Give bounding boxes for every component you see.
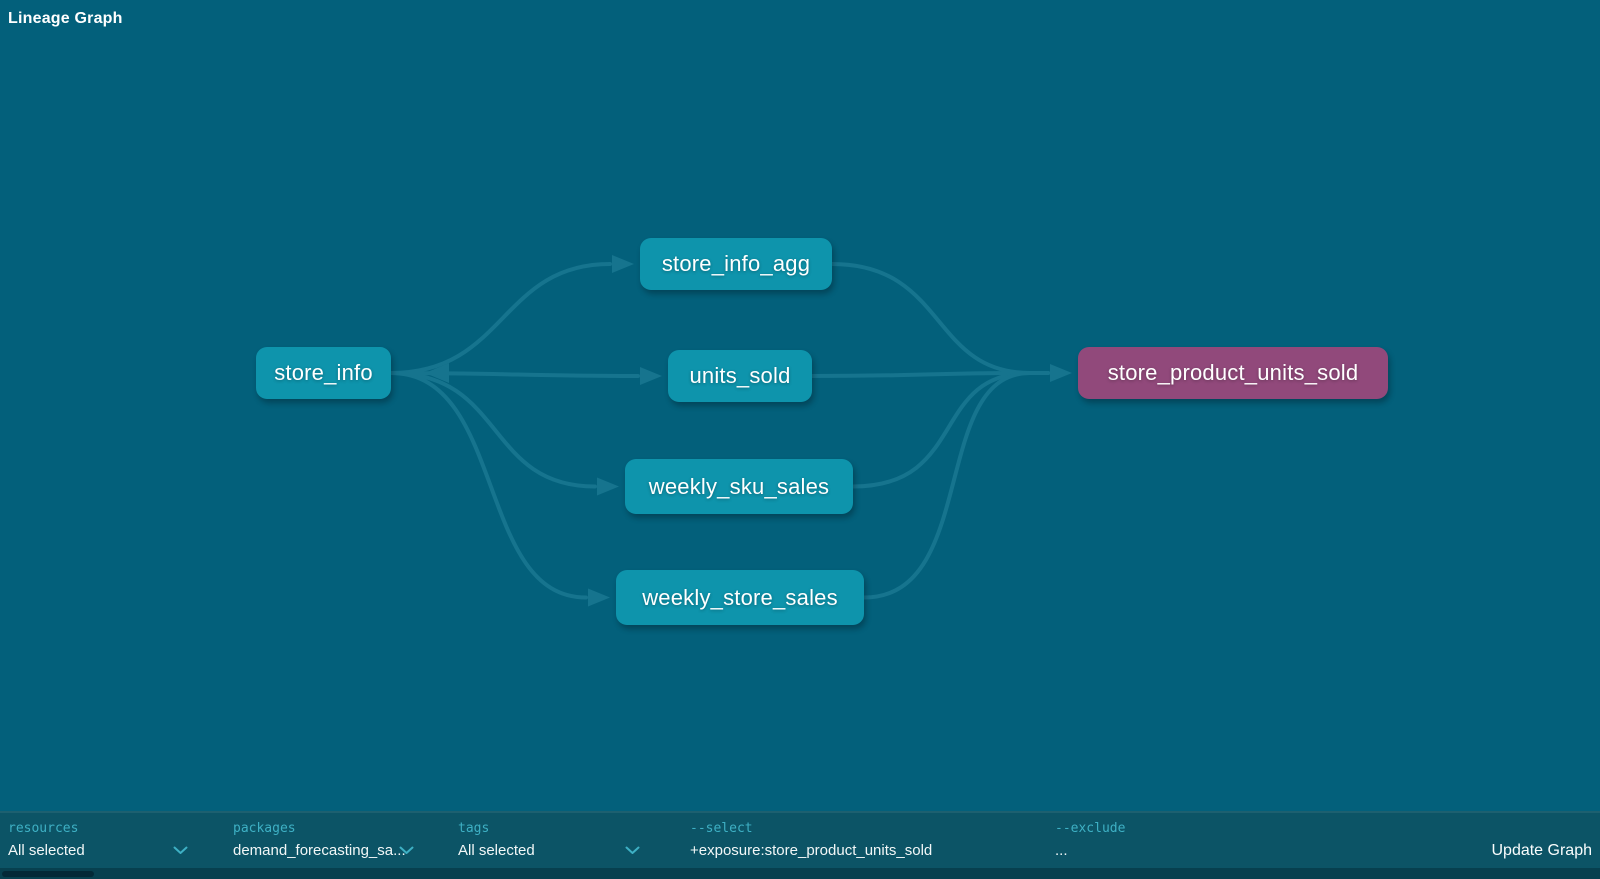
- filter-select-input[interactable]: +exposure:store_product_units_sold: [690, 841, 1030, 861]
- filter-tags-value[interactable]: All selected: [458, 841, 535, 861]
- filter-packages-value[interactable]: demand_forecasting_sa...: [233, 841, 406, 861]
- filter-toolbar: resources All selected packages demand_fore…: [0, 811, 1600, 868]
- filter-tags-label: tags: [458, 820, 640, 837]
- chevron-down-icon[interactable]: [399, 846, 414, 855]
- filter-select-label: --select: [690, 820, 1030, 837]
- arrowhead-into-units_sold: [640, 367, 662, 385]
- arrowhead-into-weekly_store_sales: [588, 589, 610, 607]
- bottom-scrollbar-track: [0, 868, 1600, 879]
- filter-select-value[interactable]: +exposure:store_product_units_sold: [690, 841, 932, 861]
- filter-resources: resources All selected: [8, 820, 188, 861]
- filter-tags-dropdown[interactable]: All selected: [458, 841, 640, 861]
- node-weekly_store_sales[interactable]: weekly_store_sales: [616, 570, 864, 625]
- node-store_product_units_sold[interactable]: store_product_units_sold: [1078, 347, 1388, 399]
- lineage-canvas[interactable]: Lineage Graph store_infostore_info_aggun…: [0, 0, 1600, 811]
- update-graph-button[interactable]: Update Graph: [1491, 842, 1592, 860]
- filter-packages-dropdown[interactable]: demand_forecasting_sa...: [233, 841, 414, 861]
- arrowhead-into-store_info_agg: [612, 255, 634, 273]
- filter-resources-value[interactable]: All selected: [8, 841, 85, 861]
- edge-store_info-to-units_sold: [391, 373, 638, 376]
- edge-store_info-to-weekly_sku_sales: [391, 373, 595, 487]
- filter-resources-dropdown[interactable]: All selected: [8, 841, 188, 861]
- filter-packages: packages demand_forecasting_sa...: [233, 820, 414, 861]
- horizontal-scrollbar-thumb[interactable]: [2, 871, 94, 877]
- edge-weekly_sku_sales-to-store_product_units_sold: [853, 373, 1048, 487]
- filter-exclude-input[interactable]: ...: [1055, 841, 1355, 861]
- edge-weekly_store_sales-to-store_product_units_sold: [864, 373, 1048, 598]
- filter-select: --select +exposure:store_product_units_so…: [690, 820, 1030, 861]
- chevron-down-icon[interactable]: [625, 846, 640, 855]
- arrowhead-into-exposure: [1050, 364, 1072, 382]
- chevron-down-icon[interactable]: [173, 846, 188, 855]
- filter-exclude: --exclude...: [1055, 820, 1355, 861]
- node-store_info_agg[interactable]: store_info_agg: [640, 238, 832, 290]
- filter-packages-label: packages: [233, 820, 414, 837]
- node-store_info[interactable]: store_info: [256, 347, 391, 399]
- edge-store_info_agg-to-store_product_units_sold: [832, 264, 1048, 373]
- filter-tags: tags All selected: [458, 820, 640, 861]
- filter-exclude-value[interactable]: ...: [1055, 841, 1068, 861]
- graph-edges: [0, 0, 1600, 811]
- arrowhead-into-weekly_sku_sales: [597, 478, 619, 496]
- filter-exclude-label: --exclude: [1055, 820, 1355, 837]
- edge-store_info-to-weekly_store_sales: [391, 373, 586, 598]
- node-units_sold[interactable]: units_sold: [668, 350, 812, 402]
- filter-resources-label: resources: [8, 820, 188, 837]
- node-weekly_sku_sales[interactable]: weekly_sku_sales: [625, 459, 853, 514]
- edge-store_info-to-store_info_agg: [391, 264, 610, 373]
